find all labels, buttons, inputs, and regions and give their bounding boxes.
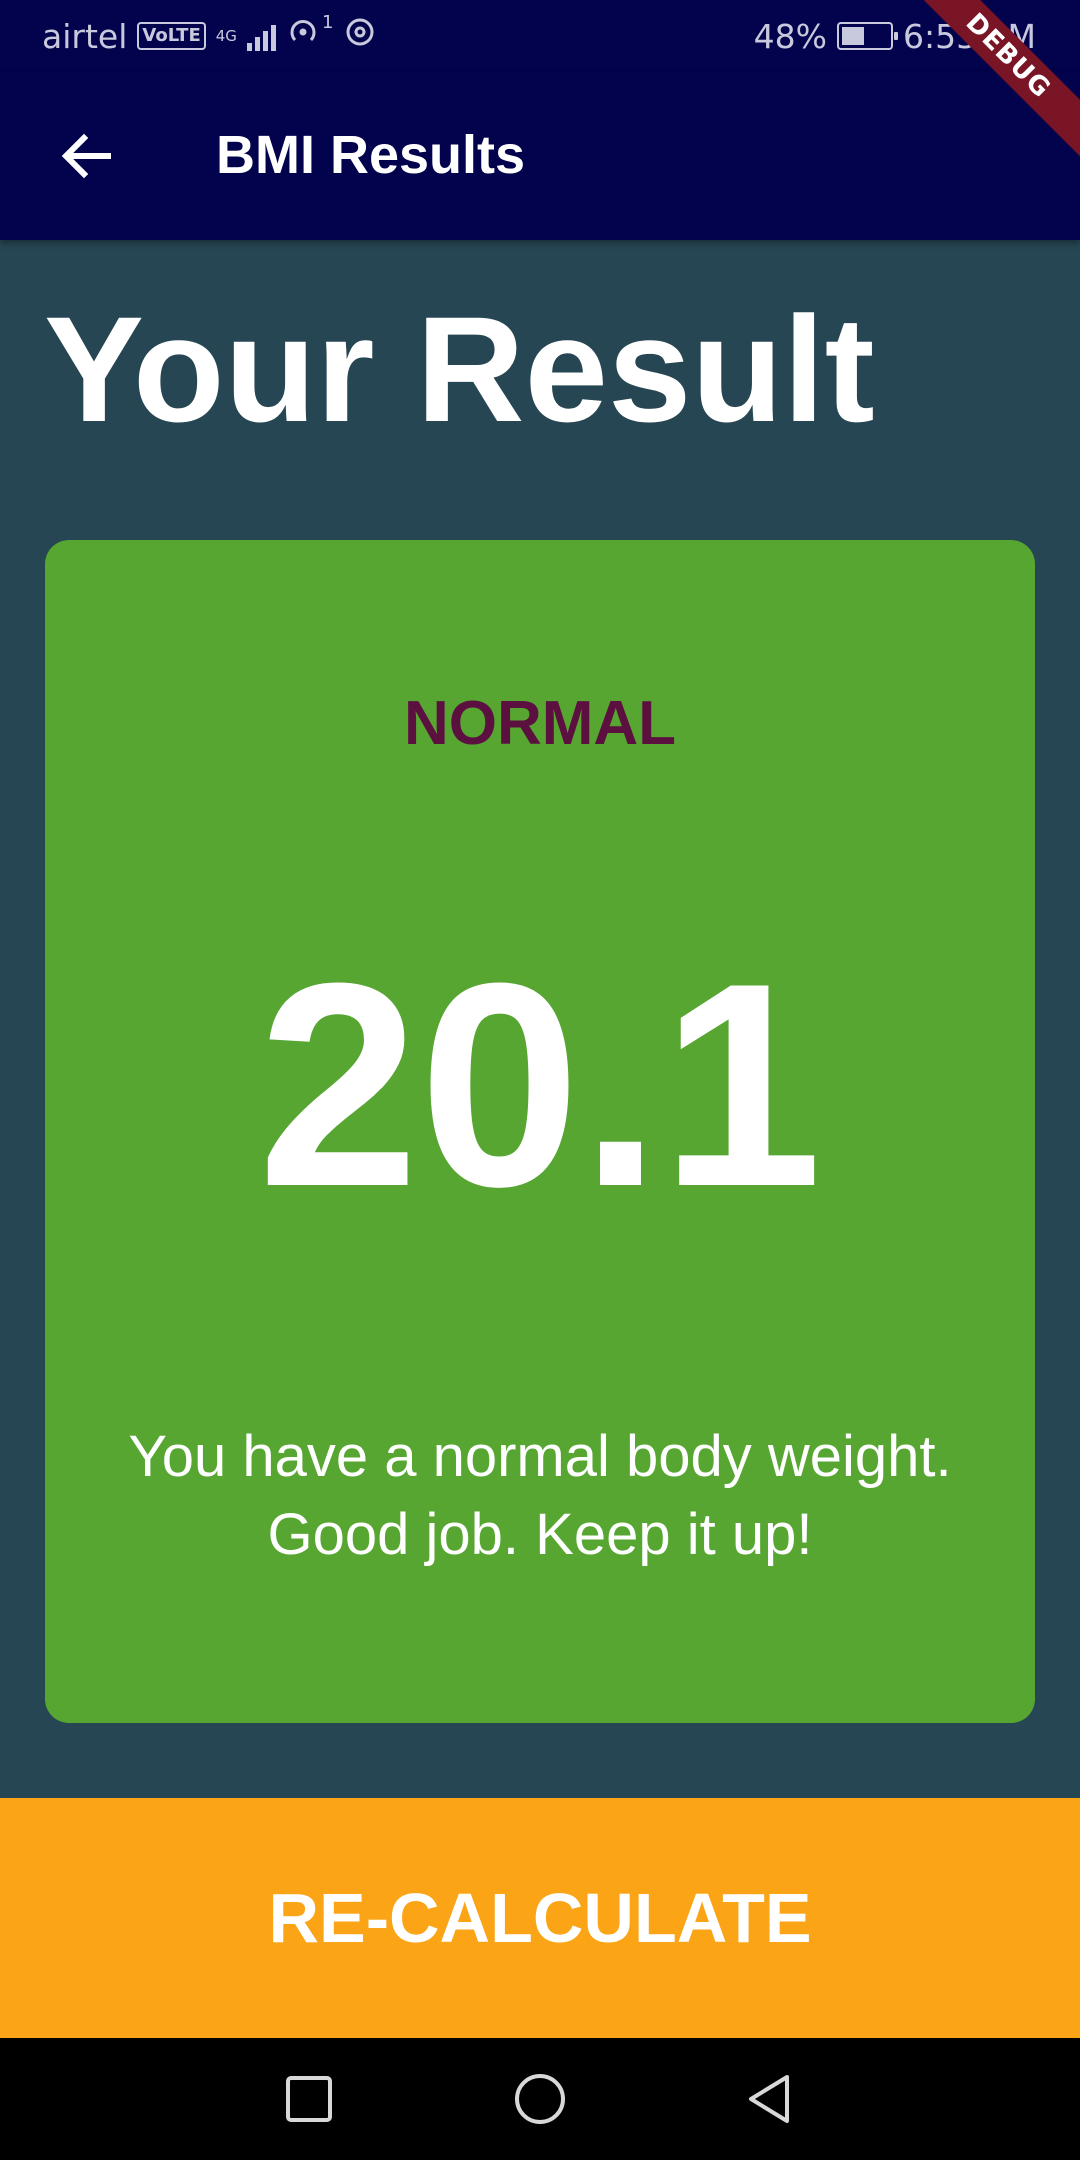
recalculate-button[interactable]: RE-CALCULATE xyxy=(0,1798,1080,2038)
status-bar: airtel VoLTE 4G 1 48% 6:55 PM xyxy=(0,0,1080,72)
home-button[interactable] xyxy=(500,2059,580,2139)
battery-percent: 48% xyxy=(753,16,828,56)
system-nav-bar xyxy=(0,2038,1080,2160)
signal-strength-icon xyxy=(246,21,276,51)
back-button[interactable] xyxy=(38,108,134,204)
recents-button[interactable] xyxy=(269,2059,349,2139)
clock: 6:55 PM xyxy=(903,16,1036,56)
battery-icon xyxy=(837,22,899,50)
bmi-interpretation: You have a normal body weight. Good job.… xyxy=(128,1424,952,1567)
volte-icon: VoLTE xyxy=(137,22,206,50)
hotspot-icon xyxy=(286,15,320,57)
system-back-button[interactable] xyxy=(729,2059,809,2139)
app-bar: BMI Results xyxy=(0,72,1080,240)
page-title: Your Result xyxy=(44,285,875,453)
bmi-value: 20.1 xyxy=(257,923,823,1247)
hotspot-count: 1 xyxy=(321,12,334,33)
carrier-name: airtel xyxy=(42,16,128,56)
network-type-label: 4G xyxy=(215,26,237,45)
network-type-icon: 4G xyxy=(215,26,237,45)
status-right: 48% 6:55 PM xyxy=(754,0,1036,72)
battery-level-fill xyxy=(842,27,865,45)
square-recents-icon xyxy=(286,2076,332,2122)
nfc-icon xyxy=(343,15,377,57)
app-bar-title: BMI Results xyxy=(216,125,526,185)
bmi-category: NORMAL xyxy=(403,689,677,758)
triangle-back-icon xyxy=(749,2075,789,2123)
result-card: NORMAL 20.1 You have a normal body weigh… xyxy=(45,540,1035,1723)
circle-home-icon xyxy=(515,2074,565,2124)
status-left: airtel VoLTE 4G 1 xyxy=(42,0,377,72)
arrow-back-icon xyxy=(61,133,111,179)
